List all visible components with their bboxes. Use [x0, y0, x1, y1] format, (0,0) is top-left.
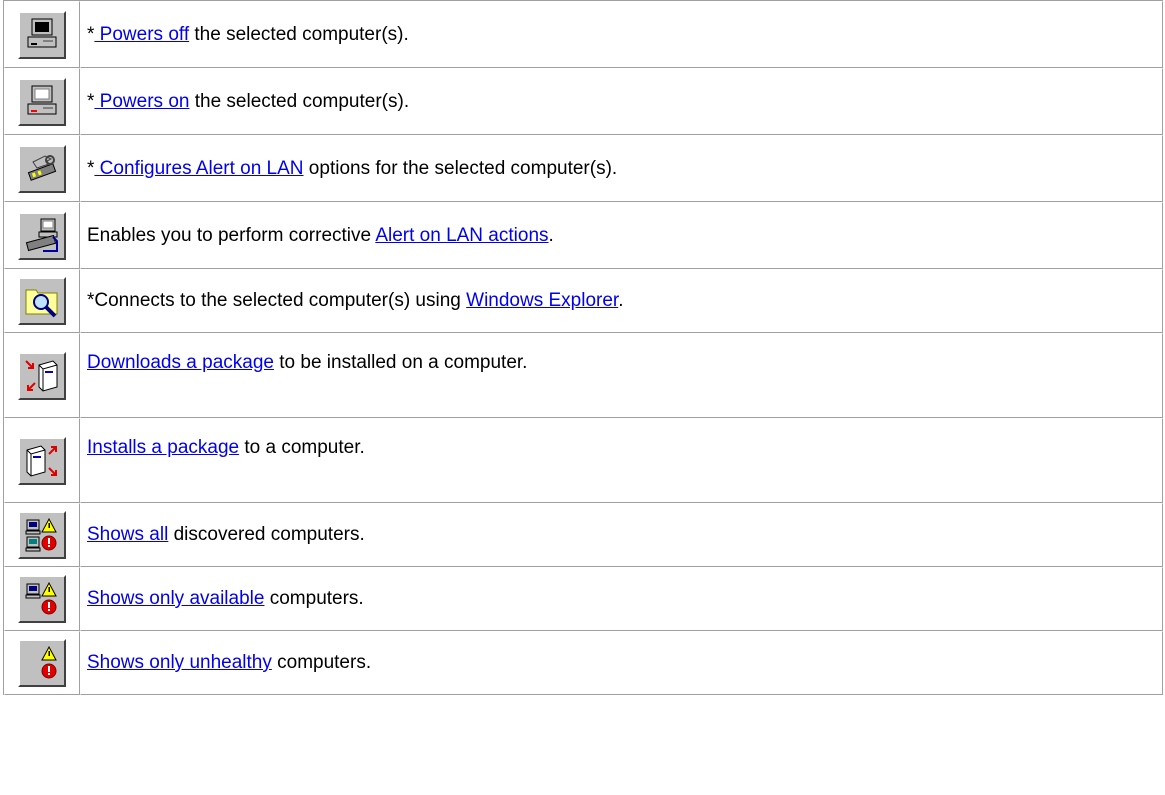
powers-on-link[interactable]: Powers on	[94, 91, 190, 112]
row-suffix: .	[548, 224, 554, 246]
show-available-button[interactable]	[18, 575, 66, 623]
computer-off-icon	[27, 18, 57, 47]
alert-actions-button[interactable]	[18, 211, 66, 260]
table-row: Enables you to perform corrective Alert …	[4, 202, 1163, 269]
table-row: Downloads a package to be installed on a…	[4, 333, 1163, 418]
toolbar-icons-table: * Powers off the selected computer(s). *…	[3, 0, 1163, 695]
install-package-button[interactable]	[18, 436, 66, 485]
row-suffix: computers.	[271, 652, 372, 673]
show-all-button[interactable]	[18, 511, 66, 559]
install-package-icon	[26, 444, 57, 477]
row-suffix: computers.	[264, 588, 364, 609]
row-prefix: *Connects to the selected computer(s) us…	[87, 290, 467, 311]
shows-all-link[interactable]: Shows all	[87, 524, 168, 545]
explorer-button[interactable]	[18, 277, 66, 325]
show-unhealthy-button[interactable]	[18, 639, 66, 687]
configures-alert-link[interactable]: Configures Alert on LAN	[94, 158, 304, 179]
show-available-icon	[25, 581, 57, 615]
powers-off-link[interactable]: Powers off	[94, 24, 189, 45]
row-suffix: .	[618, 290, 624, 311]
network-actions-icon	[25, 218, 58, 252]
table-row: Shows only available computers.	[4, 567, 1163, 631]
wrench-config-icon	[27, 154, 57, 181]
row-suffix: options for the selected computer(s).	[303, 157, 618, 179]
table-row: Shows only unhealthy computers.	[4, 631, 1163, 695]
folder-search-icon	[25, 289, 58, 318]
table-row: * Configures Alert on LAN options for th…	[4, 135, 1163, 202]
row-prefix: Enables you to perform corrective	[87, 224, 376, 246]
row-suffix: to a computer.	[239, 437, 365, 458]
table-row: Installs a package to a computer.	[4, 418, 1163, 503]
row-suffix: the selected computer(s).	[189, 23, 409, 45]
power-off-button[interactable]	[18, 10, 66, 59]
row-suffix: discovered computers.	[168, 524, 365, 545]
configure-alert-button[interactable]	[18, 144, 66, 193]
computer-on-icon	[27, 85, 57, 114]
show-all-icon	[25, 517, 57, 552]
download-package-button[interactable]	[18, 351, 66, 400]
installs-package-link[interactable]: Installs a package	[87, 437, 239, 458]
shows-available-link[interactable]: Shows only available	[87, 588, 264, 609]
alert-actions-link[interactable]: Alert on LAN actions	[375, 225, 548, 246]
power-on-button[interactable]	[18, 77, 66, 126]
shows-unhealthy-link[interactable]: Shows only unhealthy	[87, 652, 272, 673]
row-suffix: the selected computer(s).	[189, 90, 410, 112]
download-package-icon	[25, 359, 58, 392]
downloads-package-link[interactable]: Downloads a package	[87, 352, 274, 373]
table-row: * Powers on the selected computer(s).	[4, 68, 1163, 135]
table-row: * Powers off the selected computer(s).	[4, 1, 1163, 68]
row-suffix: to be installed on a computer.	[273, 352, 528, 373]
show-unhealthy-icon	[41, 645, 57, 679]
windows-explorer-link[interactable]: Windows Explorer	[466, 290, 618, 311]
table-row: *Connects to the selected computer(s) us…	[4, 269, 1163, 333]
table-row: Shows all discovered computers.	[4, 503, 1163, 567]
